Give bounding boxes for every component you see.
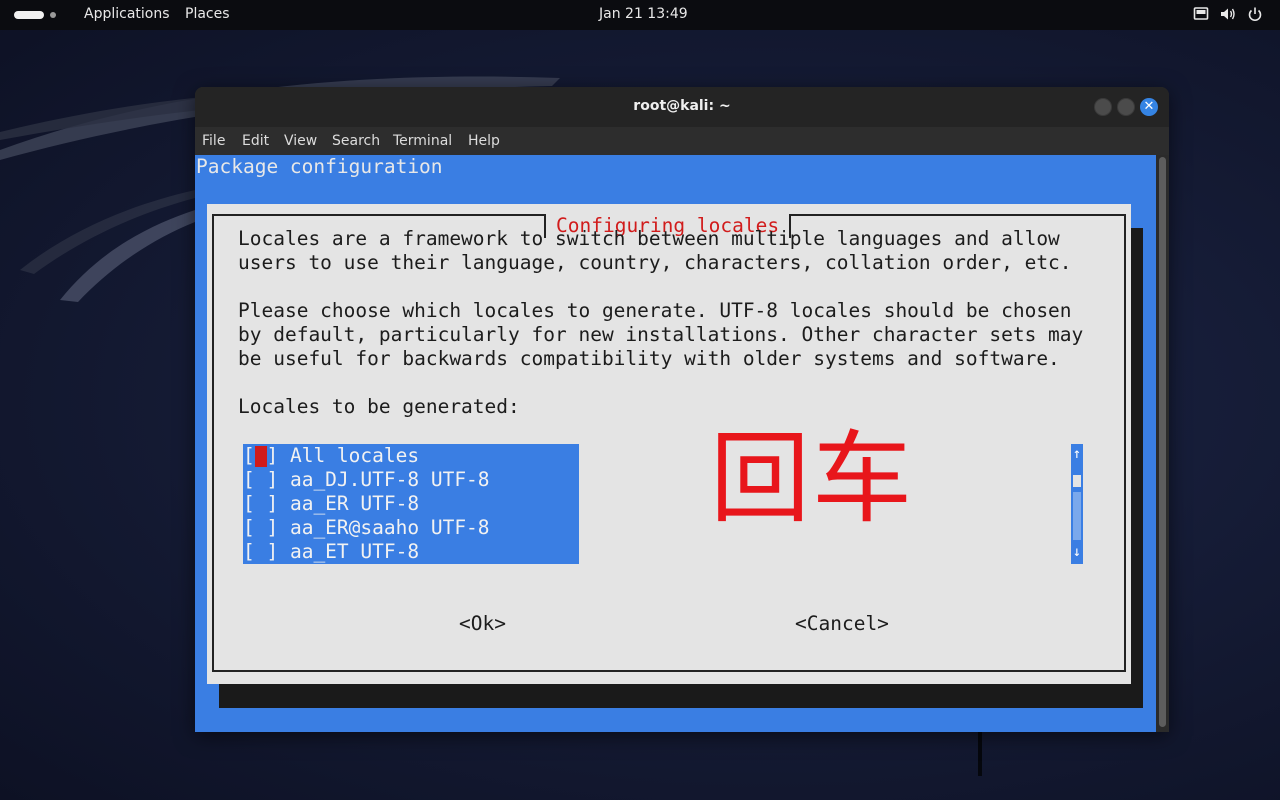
scroll-thumb[interactable] [1073, 475, 1081, 487]
maximize-button[interactable] [1117, 98, 1135, 116]
menu-file[interactable]: File [202, 133, 225, 149]
clock[interactable]: Jan 21 13:49 [599, 6, 688, 22]
window-titlebar[interactable]: root@kali: ~ ✕ [195, 87, 1169, 127]
menu-terminal[interactable]: Terminal [393, 133, 452, 149]
dialog-text-line: be useful for backwards compatibility wi… [238, 347, 1060, 370]
close-icon[interactable]: ✕ [1140, 98, 1158, 116]
locales-list[interactable]: [ ] All locales [ ] aa_DJ.UTF-8 UTF-8 [ … [243, 444, 579, 564]
terminal-scroll-thumb[interactable] [1159, 157, 1166, 727]
arrow-up-icon[interactable]: ↑ [1071, 446, 1083, 462]
list-item[interactable]: [ ] aa_ER UTF-8 [243, 492, 419, 516]
text-cursor [255, 446, 267, 467]
volume-icon[interactable] [1220, 6, 1236, 22]
screen-icon[interactable] [1193, 6, 1209, 22]
menu-search[interactable]: Search [332, 133, 380, 149]
wallpaper-stroke [978, 732, 982, 776]
dialog-frame: Configuring locales Locales are a framew… [212, 214, 1126, 672]
terminal-window: root@kali: ~ ✕ File Edit View Search Ter… [195, 87, 1169, 732]
power-icon[interactable] [1247, 6, 1263, 22]
menu-edit[interactable]: Edit [242, 133, 269, 149]
annotation-enter: 回车 [710, 420, 914, 537]
list-item[interactable]: [ ] aa_DJ.UTF-8 UTF-8 [243, 468, 490, 492]
list-item[interactable]: [ ] aa_ER@saaho UTF-8 [243, 516, 490, 540]
terminal-screen[interactable]: Package configuration Configuring locale… [195, 155, 1156, 732]
activities-pill [14, 11, 44, 19]
arrow-down-icon[interactable]: ↓ [1071, 544, 1083, 560]
list-item[interactable]: [ ] aa_ET UTF-8 [243, 540, 419, 564]
applications-menu[interactable]: Applications [84, 6, 170, 22]
dialog-text-line: by default, particularly for new install… [238, 323, 1084, 346]
locales-prompt: Locales to be generated: [238, 395, 520, 418]
list-scrollbar[interactable]: ↑ ↓ [1071, 444, 1083, 564]
activities-icon[interactable] [14, 9, 62, 21]
dialog-text-line: Please choose which locales to generate.… [238, 299, 1072, 322]
menu-help[interactable]: Help [468, 133, 500, 149]
ok-button[interactable]: <Ok> [459, 612, 506, 636]
top-panel: Applications Places Jan 21 13:49 [0, 0, 1280, 30]
cancel-button[interactable]: <Cancel> [795, 612, 889, 636]
locales-dialog: Configuring locales Locales are a framew… [207, 204, 1131, 684]
package-config-header: Package configuration [196, 155, 443, 178]
dialog-text-line: users to use their language, country, ch… [238, 251, 1072, 274]
window-title: root@kali: ~ [633, 98, 731, 114]
menu-view[interactable]: View [284, 133, 317, 149]
menubar: File Edit View Search Terminal Help [195, 127, 1169, 155]
list-item[interactable]: [ ] All locales [243, 444, 419, 468]
scroll-track[interactable] [1073, 492, 1081, 540]
terminal-scrollbar[interactable] [1156, 155, 1169, 732]
minimize-button[interactable] [1094, 98, 1112, 116]
places-menu[interactable]: Places [185, 6, 230, 22]
dialog-text-line: Locales are a framework to switch betwee… [238, 227, 1060, 250]
activities-dot [50, 12, 56, 18]
